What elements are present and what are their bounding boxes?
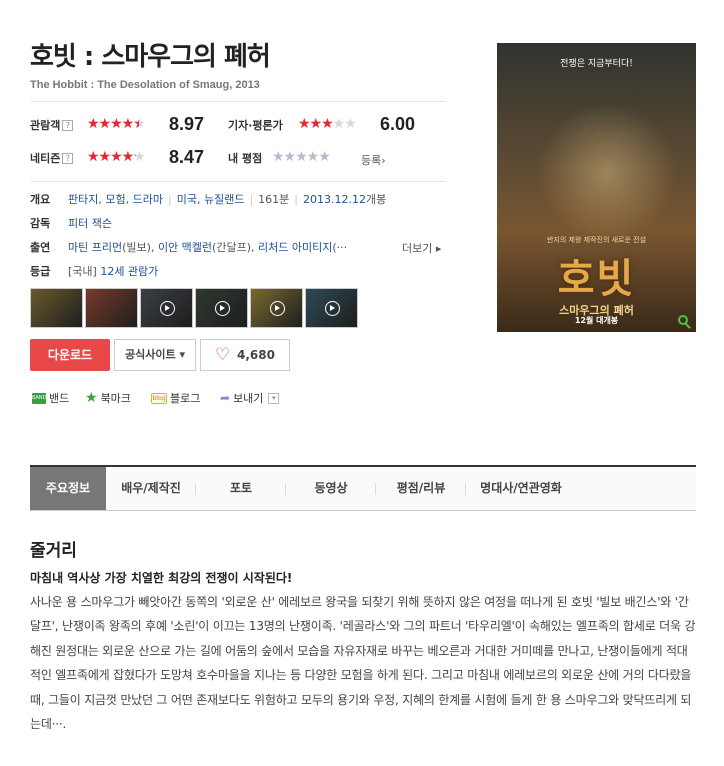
- media-thumbnails: [30, 288, 358, 328]
- band-icon: BAND: [32, 392, 46, 404]
- download-button[interactable]: 다운로드: [30, 339, 110, 371]
- heart-icon: ♡: [215, 345, 231, 365]
- help-icon[interactable]: ?: [62, 119, 74, 131]
- media-thumbnail[interactable]: [305, 288, 358, 328]
- play-icon: [214, 301, 230, 316]
- audience-score: 8.97: [169, 114, 205, 134]
- release-suffix: 개봉: [366, 193, 387, 206]
- grade-region: [국내]: [68, 265, 97, 278]
- grade-row: 등급 [국내] 12세 관람가: [30, 263, 158, 279]
- cast-link[interactable]: 마틴 프리먼: [68, 239, 122, 255]
- tab-bar: 주요정보 배우/제작진 포토 동영상 평점/리뷰 명대사/연관영화: [30, 465, 696, 511]
- poster-series: 반지의 제왕 제작진의 새로운 전설: [546, 236, 647, 244]
- media-thumbnail[interactable]: [250, 288, 303, 328]
- genre-link[interactable]: 판타지: [68, 191, 98, 207]
- tab-1[interactable]: 배우/제작진: [106, 467, 196, 510]
- audience-rating-label: 관람객: [30, 119, 61, 132]
- poster-artwork: [537, 103, 677, 243]
- director-link[interactable]: 피터 잭슨: [68, 215, 112, 231]
- cast-role: (간달프): [212, 241, 251, 254]
- genre-link[interactable]: 드라마: [133, 191, 163, 207]
- release-date-link[interactable]: 2013.12.12: [303, 193, 366, 206]
- play-icon: [269, 301, 285, 316]
- grade-label: 등급: [30, 265, 51, 278]
- cast-role: (빌보): [122, 241, 151, 254]
- runtime: 161분: [258, 193, 290, 206]
- cast-role: (···: [332, 240, 348, 254]
- my-rating: 내 평점: [228, 146, 262, 170]
- netizen-rating-label: 네티즌: [30, 152, 61, 165]
- audience-rating: 관람객 ?: [30, 113, 74, 137]
- director-label: 감독: [30, 217, 51, 230]
- send-dropdown[interactable]: ▾: [268, 392, 280, 404]
- cast-link[interactable]: 리처드 아미티지: [258, 239, 332, 255]
- poster-title: 호빗: [557, 255, 636, 302]
- share-icon: ➦: [220, 391, 231, 405]
- director-row: 감독 피터 잭슨: [30, 215, 112, 231]
- media-thumbnail[interactable]: [195, 288, 248, 328]
- overview-label: 개요: [30, 193, 51, 206]
- audience-stars: ★★★★★★★★★★: [87, 116, 146, 132]
- media-thumbnail[interactable]: [85, 288, 138, 328]
- band-label: 밴드: [49, 392, 70, 405]
- critic-stars: ★★★★★★★★★★: [298, 116, 357, 132]
- divider: [30, 101, 446, 102]
- cast-row: 출연 마틴 프리먼 (빌보), 이안 맥켈런 (간달프), 리처드 아미티지 (···: [30, 239, 348, 255]
- tab-0[interactable]: 주요정보: [30, 467, 106, 510]
- divider: [30, 181, 446, 182]
- media-thumbnail[interactable]: [140, 288, 193, 328]
- zoom-icon[interactable]: [678, 315, 688, 325]
- synopsis-body: 사나운 용 스마우그가 빼앗아간 동쪽의 '외로운 산' 에레보르 왕국을 되찾…: [30, 595, 696, 732]
- share-bookmark[interactable]: ★ 북마크: [85, 390, 131, 406]
- netizen-rating: 네티즌 ?: [30, 146, 74, 170]
- netizen-score: 8.47: [169, 147, 205, 167]
- my-rating-label: 내 평점: [228, 152, 263, 165]
- tab-2[interactable]: 포토: [196, 467, 286, 510]
- critic-rating-label: 기자·평론가: [228, 119, 283, 132]
- like-count: 4,680: [237, 348, 275, 362]
- cast-link[interactable]: 이안 맥켈런: [158, 239, 212, 255]
- cast-more-link[interactable]: 더보기 ▸: [402, 240, 441, 256]
- grade-link[interactable]: 12세 관람가: [100, 263, 158, 279]
- like-button[interactable]: ♡ 4,680: [200, 339, 290, 371]
- share-send[interactable]: ➦ 보내기 ▾: [220, 390, 280, 406]
- blog-label: 블로그: [170, 392, 201, 405]
- play-icon: [159, 301, 175, 316]
- cast-label: 출연: [30, 241, 51, 254]
- tab-4[interactable]: 평점/리뷰: [376, 467, 466, 510]
- bookmark-label: 북마크: [100, 392, 131, 405]
- share-blog[interactable]: blog 블로그: [151, 390, 200, 406]
- help-icon[interactable]: ?: [62, 152, 74, 164]
- country-link[interactable]: 뉴질랜드: [204, 191, 244, 207]
- country-link[interactable]: 미국: [177, 191, 197, 207]
- section-title: 줄거리: [30, 541, 77, 561]
- star-icon: ★: [85, 389, 98, 406]
- blog-icon: blog: [151, 392, 167, 404]
- netizen-stars: ★★★★★★★★★★: [87, 149, 146, 165]
- poster-release: 12월 대개봉: [574, 316, 619, 325]
- rating-register-link[interactable]: 등록›: [361, 152, 386, 168]
- tab-3[interactable]: 동영상: [286, 467, 376, 510]
- play-icon: [324, 301, 340, 316]
- genre-link[interactable]: 모험: [105, 191, 125, 207]
- overview-row: 개요 판타지, 모험, 드라마 | 미국, 뉴질랜드 | 161분 | 2013…: [30, 191, 387, 207]
- original-title: The Hobbit : The Desolation of Smaug, 20…: [30, 79, 260, 91]
- send-label: 보내기: [233, 392, 264, 405]
- poster-tagline: 전쟁은 지금부터다!: [560, 59, 633, 69]
- media-thumbnail[interactable]: [30, 288, 83, 328]
- synopsis-headline: 마침내 역사상 가장 치열한 최강의 전쟁이 시작된다!: [30, 571, 293, 585]
- official-site-button[interactable]: 공식사이트 ▾: [114, 339, 196, 371]
- share-band[interactable]: BAND 밴드: [32, 390, 69, 406]
- tab-5[interactable]: 명대사/연관영화: [466, 467, 576, 510]
- critic-rating: 기자·평론가: [228, 113, 283, 137]
- movie-poster[interactable]: 전쟁은 지금부터다! 반지의 제왕 제작진의 새로운 전설 호빗 스마우그의 폐…: [497, 43, 696, 332]
- page-title: 호빗 : 스마우그의 폐허: [30, 42, 271, 72]
- critic-score: 6.00: [380, 114, 416, 134]
- my-rating-stars[interactable]: ★★★★★★★★★★: [272, 149, 331, 165]
